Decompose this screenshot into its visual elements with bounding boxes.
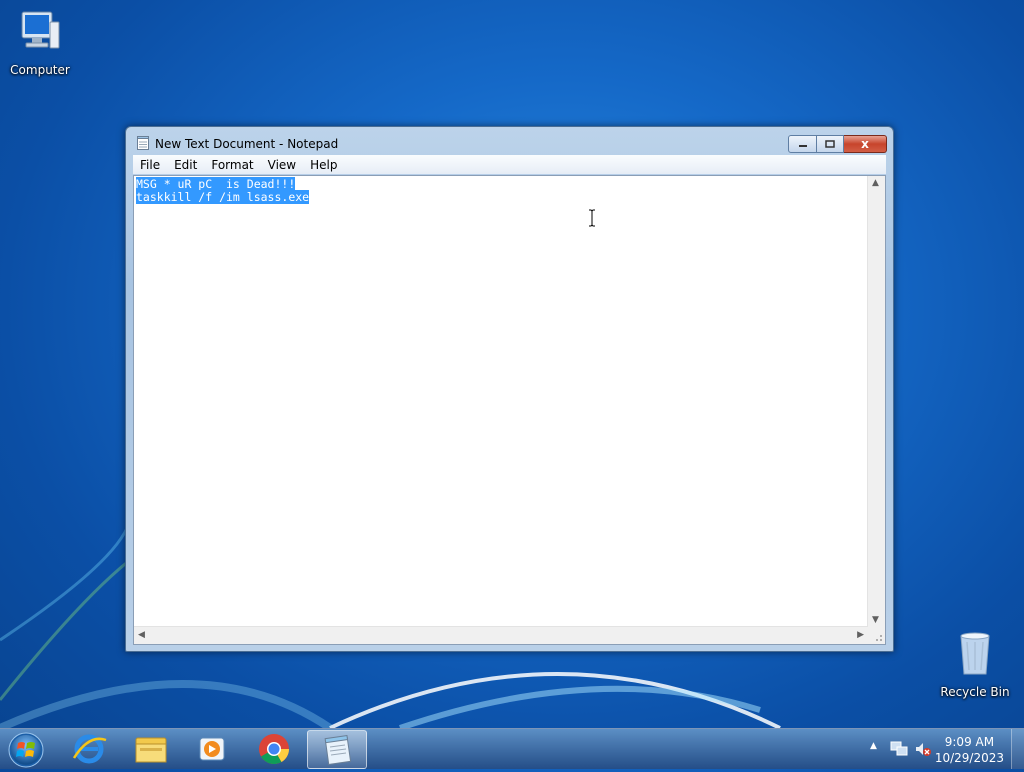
ibeam-cursor-icon bbox=[589, 209, 595, 227]
start-button[interactable] bbox=[6, 731, 46, 769]
desktop-icon-label: Recycle Bin bbox=[940, 685, 1010, 699]
taskbar-media-player[interactable] bbox=[182, 730, 240, 767]
system-tray: ▲ 9:09 AM 10/29/2023 bbox=[860, 729, 1024, 769]
text-content[interactable]: MSG * uR pC is Dead!!! taskkill /f /im l… bbox=[136, 177, 867, 626]
network-icon[interactable] bbox=[890, 741, 908, 757]
taskbar-chrome[interactable] bbox=[245, 730, 303, 767]
notepad-icon bbox=[137, 136, 149, 150]
scroll-up-icon[interactable]: ▲ bbox=[872, 178, 879, 188]
computer-icon bbox=[21, 11, 60, 49]
title-bar[interactable]: New Text Document - Notepad x bbox=[126, 127, 893, 157]
recycle-bin-icon bbox=[960, 632, 990, 675]
volume-muted-icon[interactable] bbox=[914, 741, 932, 757]
resize-grip-icon bbox=[876, 635, 882, 641]
selected-text: taskkill /f /im lsass.exe bbox=[136, 190, 310, 204]
taskbar-windows-explorer[interactable] bbox=[121, 730, 179, 767]
scroll-right-icon[interactable]: ▶ bbox=[857, 630, 864, 640]
window-title: New Text Document - Notepad bbox=[155, 137, 339, 151]
menu-bar: File Edit Format View Help bbox=[133, 155, 886, 174]
resize-grip[interactable] bbox=[868, 627, 885, 644]
windows-explorer-icon bbox=[135, 737, 167, 763]
taskbar: ▲ 9:09 AM 10/29/2023 bbox=[0, 728, 1024, 769]
scroll-down-icon[interactable]: ▼ bbox=[872, 615, 879, 625]
horizontal-scrollbar[interactable]: ◀ ▶ bbox=[134, 626, 868, 644]
menu-file[interactable]: File bbox=[133, 158, 167, 172]
desktop-icon-label: Computer bbox=[10, 63, 70, 77]
minimize-icon bbox=[798, 145, 807, 147]
close-icon: x bbox=[861, 137, 869, 151]
windows-start-orb-icon bbox=[8, 732, 44, 768]
taskbar-clock[interactable]: 9:09 AM 10/29/2023 bbox=[935, 734, 1004, 766]
notepad-window[interactable]: New Text Document - Notepad x File Edit … bbox=[125, 126, 894, 652]
show-desktop-button[interactable] bbox=[1011, 729, 1024, 769]
clock-time: 9:09 AM bbox=[944, 735, 995, 749]
vertical-scrollbar[interactable]: ▲ ▼ bbox=[867, 176, 885, 627]
menu-view[interactable]: View bbox=[261, 158, 303, 172]
minimize-button[interactable] bbox=[788, 135, 817, 153]
text-line: taskkill /f /im lsass.exe bbox=[136, 190, 867, 204]
scroll-left-icon[interactable]: ◀ bbox=[138, 630, 145, 640]
desktop-icon-recycle-bin[interactable]: Recycle Bin bbox=[935, 630, 1015, 699]
media-player-icon bbox=[199, 737, 225, 761]
menu-format[interactable]: Format bbox=[204, 158, 260, 172]
menu-help[interactable]: Help bbox=[303, 158, 344, 172]
clock-date: 10/29/2023 bbox=[934, 751, 1004, 765]
chrome-icon bbox=[259, 734, 289, 765]
taskbar-notepad[interactable] bbox=[307, 730, 367, 769]
desktop-icon-computer[interactable]: Computer bbox=[0, 8, 80, 77]
maximize-button[interactable] bbox=[817, 135, 844, 153]
menu-edit[interactable]: Edit bbox=[167, 158, 204, 172]
window-controls: x bbox=[788, 135, 887, 153]
show-hidden-icons-chevron-icon[interactable]: ▲ bbox=[870, 741, 877, 751]
maximize-icon bbox=[825, 140, 835, 148]
notepad-icon bbox=[324, 735, 352, 765]
internet-explorer-icon bbox=[72, 734, 107, 764]
selected-text: MSG * uR pC is Dead!!! bbox=[136, 177, 296, 191]
text-editor[interactable]: MSG * uR pC is Dead!!! taskkill /f /im l… bbox=[133, 175, 886, 645]
close-button[interactable]: x bbox=[844, 135, 887, 153]
taskbar-internet-explorer[interactable] bbox=[60, 730, 118, 767]
